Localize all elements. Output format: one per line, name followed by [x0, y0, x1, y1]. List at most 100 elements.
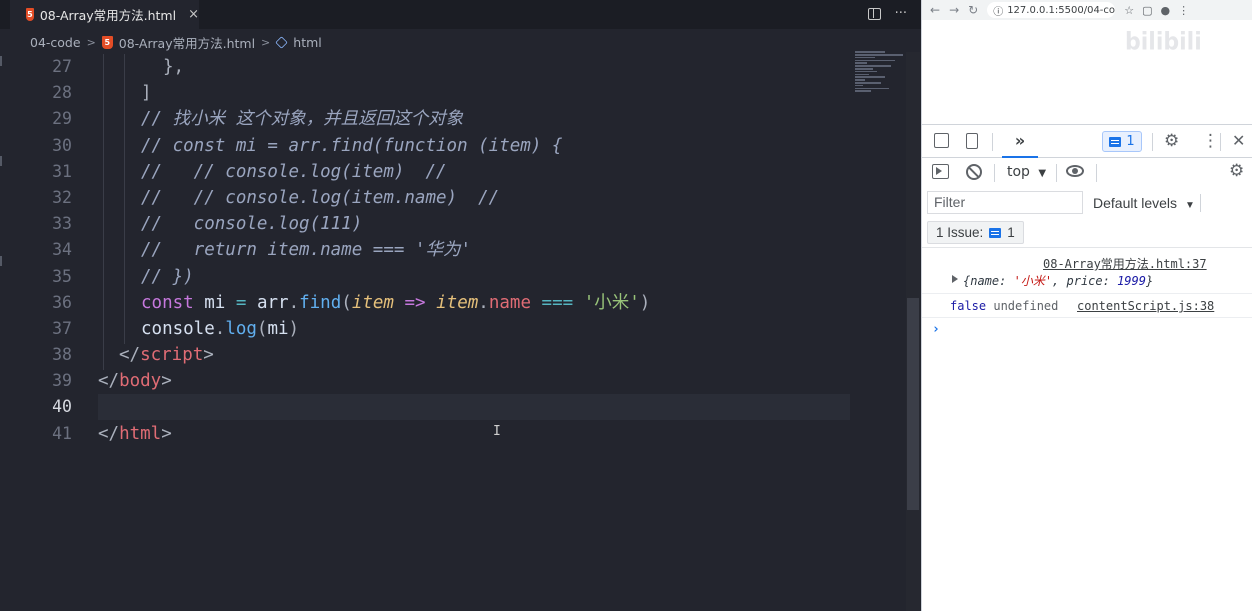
editor-tab[interactable]: 5 08-Array常用方法.html × — [10, 0, 199, 29]
source-link[interactable]: contentScript.js:38 — [1077, 299, 1214, 313]
code-text: }, — [163, 57, 185, 77]
dropdown-arrow-icon: ▼ — [1184, 200, 1195, 211]
console-toolbar: top ▼ ⚙ — [922, 158, 1252, 188]
bilibili-watermark-logo: bilibili — [1125, 28, 1202, 57]
more-tabs-button[interactable]: » — [1002, 125, 1038, 158]
live-expression-eye-icon[interactable] — [1066, 165, 1084, 177]
issues-counter-button[interactable]: 1 — [1102, 131, 1142, 152]
context-select[interactable]: top ▼ — [1007, 164, 1046, 180]
code-line: 30 // const mi = arr.find(function (item… — [0, 133, 921, 159]
code-statement: const mi = arr.find(item => item.name ==… — [141, 292, 651, 313]
settings-gear-icon[interactable]: ⚙ — [1164, 131, 1179, 151]
extension-icon[interactable]: ▢ — [1142, 4, 1152, 17]
info-icon: ⓘ — [993, 6, 1004, 18]
code-line: 28 ] — [0, 80, 921, 106]
issues-chip-count: 1 — [1007, 225, 1015, 240]
code-editor[interactable]: 5 08-Array常用方法.html × ··· 04-code > 5 08… — [0, 0, 921, 611]
url-field[interactable]: ⓘ 127.0.0.1:5500/04-code/08- — [987, 2, 1116, 18]
chevron-right-icon: > — [261, 35, 271, 49]
reload-icon[interactable]: ↻ — [968, 3, 978, 17]
code-comment: // // console.log(item.name) // — [141, 187, 500, 208]
code-line: 35 // }) — [0, 264, 921, 290]
inspect-element-icon[interactable] — [934, 133, 949, 148]
source-link[interactable]: 08-Array常用方法.html:37 — [1043, 255, 1207, 272]
close-devtools-icon[interactable]: ✕ — [1232, 131, 1245, 150]
back-icon[interactable]: ← — [930, 3, 940, 17]
code-line: 38 </script> — [0, 342, 921, 368]
code-line: 29 // 找小米 这个对象，并且返回这个对象 — [0, 106, 921, 132]
symbol-cube-icon — [275, 35, 288, 49]
console-prompt-icon[interactable]: › — [932, 322, 940, 337]
line-number: 34 — [52, 240, 72, 260]
divider — [992, 133, 993, 151]
line-number: 36 — [52, 292, 72, 312]
web-page-viewport[interactable]: bilibili — [922, 20, 1252, 124]
line-number: 30 — [52, 135, 72, 155]
code-lines[interactable]: 27 }, 28 ] 29 // 找小米 这个对象，并且返回这个对象 30 //… — [0, 54, 921, 447]
console-output[interactable]: 08-Array常用方法.html:37 {name: '小米', price:… — [922, 249, 1252, 611]
code-line: 31 // // console.log(item) // — [0, 159, 921, 185]
log-levels-label: Default levels — [1093, 195, 1178, 211]
breadcrumb-file[interactable]: 08-Array常用方法.html — [119, 33, 255, 52]
expand-triangle-icon[interactable] — [952, 275, 958, 283]
divider — [1152, 133, 1153, 151]
logged-object[interactable]: {name: '小米', price: 1999} — [963, 272, 1153, 289]
code-comment: // // console.log(item) // — [141, 161, 447, 182]
kebab-menu-icon[interactable]: ⋮ — [1202, 131, 1219, 151]
issues-row: 1 Issue: 1 — [922, 218, 1252, 248]
editor-scroll-thumb[interactable] — [907, 298, 919, 510]
editor-actions: ··· — [867, 6, 907, 21]
divider — [1096, 164, 1097, 182]
star-icon[interactable]: ☆ — [1124, 4, 1134, 17]
filter-input[interactable]: Filter — [927, 191, 1083, 214]
breadcrumb-symbol[interactable]: html — [293, 35, 321, 50]
divider — [1200, 194, 1201, 212]
line-number: 39 — [52, 371, 72, 391]
log-levels-dropdown[interactable]: Default levels ▼ — [1093, 195, 1195, 211]
device-toolbar-icon[interactable] — [966, 133, 978, 149]
forward-icon[interactable]: → — [949, 3, 959, 17]
close-icon[interactable]: × — [188, 7, 199, 22]
chevron-right-icon: > — [86, 35, 96, 49]
tab-filename: 08-Array常用方法.html — [39, 8, 177, 23]
divider — [1220, 133, 1221, 151]
row-divider — [922, 317, 1252, 318]
line-number: 38 — [52, 345, 72, 365]
minimap[interactable] — [855, 50, 910, 110]
message-icon — [989, 227, 1002, 238]
code-line: 36 const mi = arr.find(item => item.name… — [0, 290, 921, 316]
clear-console-icon[interactable] — [966, 164, 982, 180]
menu-icon[interactable]: ⋮ — [1178, 4, 1189, 17]
console-sidebar-icon[interactable] — [932, 164, 949, 179]
code-line: 27 }, — [0, 54, 921, 80]
issues-count: 1 — [1126, 134, 1135, 149]
toolbar-icons: ☆ ▢ ● ⋮ — [1124, 4, 1189, 17]
more-actions-icon[interactable]: ··· — [895, 6, 907, 21]
code-comment: // 找小米 这个对象，并且返回这个对象 — [141, 109, 464, 130]
url-text: 127.0.0.1:5500/04-code/08- — [1007, 4, 1116, 16]
console-settings-gear-icon[interactable]: ⚙ — [1229, 161, 1244, 181]
code-line: 41 </html> — [0, 421, 921, 447]
profile-icon[interactable]: ● — [1160, 4, 1170, 17]
devtools-tabbar: » 1 ⚙ ⋮ ✕ — [922, 124, 1252, 158]
code-text: ] — [141, 83, 152, 104]
editor-tab-bar: 5 08-Array常用方法.html × ··· — [0, 0, 921, 29]
issues-chip[interactable]: 1 Issue: 1 — [927, 221, 1024, 244]
code-line: 32 // // console.log(item.name) // — [0, 185, 921, 211]
breadcrumb-folder[interactable]: 04-code — [30, 35, 81, 50]
line-number: 31 — [52, 161, 72, 181]
line-number: 40 — [52, 397, 72, 417]
divider — [1056, 164, 1057, 182]
code-comment: // }) — [141, 266, 194, 287]
divider — [994, 164, 995, 182]
line-number: 29 — [52, 109, 72, 129]
code-tag: </body> — [98, 371, 172, 392]
log-message: false undefined — [950, 299, 1059, 313]
row-divider — [922, 293, 1252, 294]
line-number: 41 — [52, 423, 72, 443]
line-number: 33 — [52, 214, 72, 234]
context-value: top — [1007, 164, 1030, 180]
code-line: 33 // console.log(111) — [0, 211, 921, 237]
split-editor-icon[interactable] — [867, 8, 881, 20]
line-number: 27 — [52, 57, 72, 76]
